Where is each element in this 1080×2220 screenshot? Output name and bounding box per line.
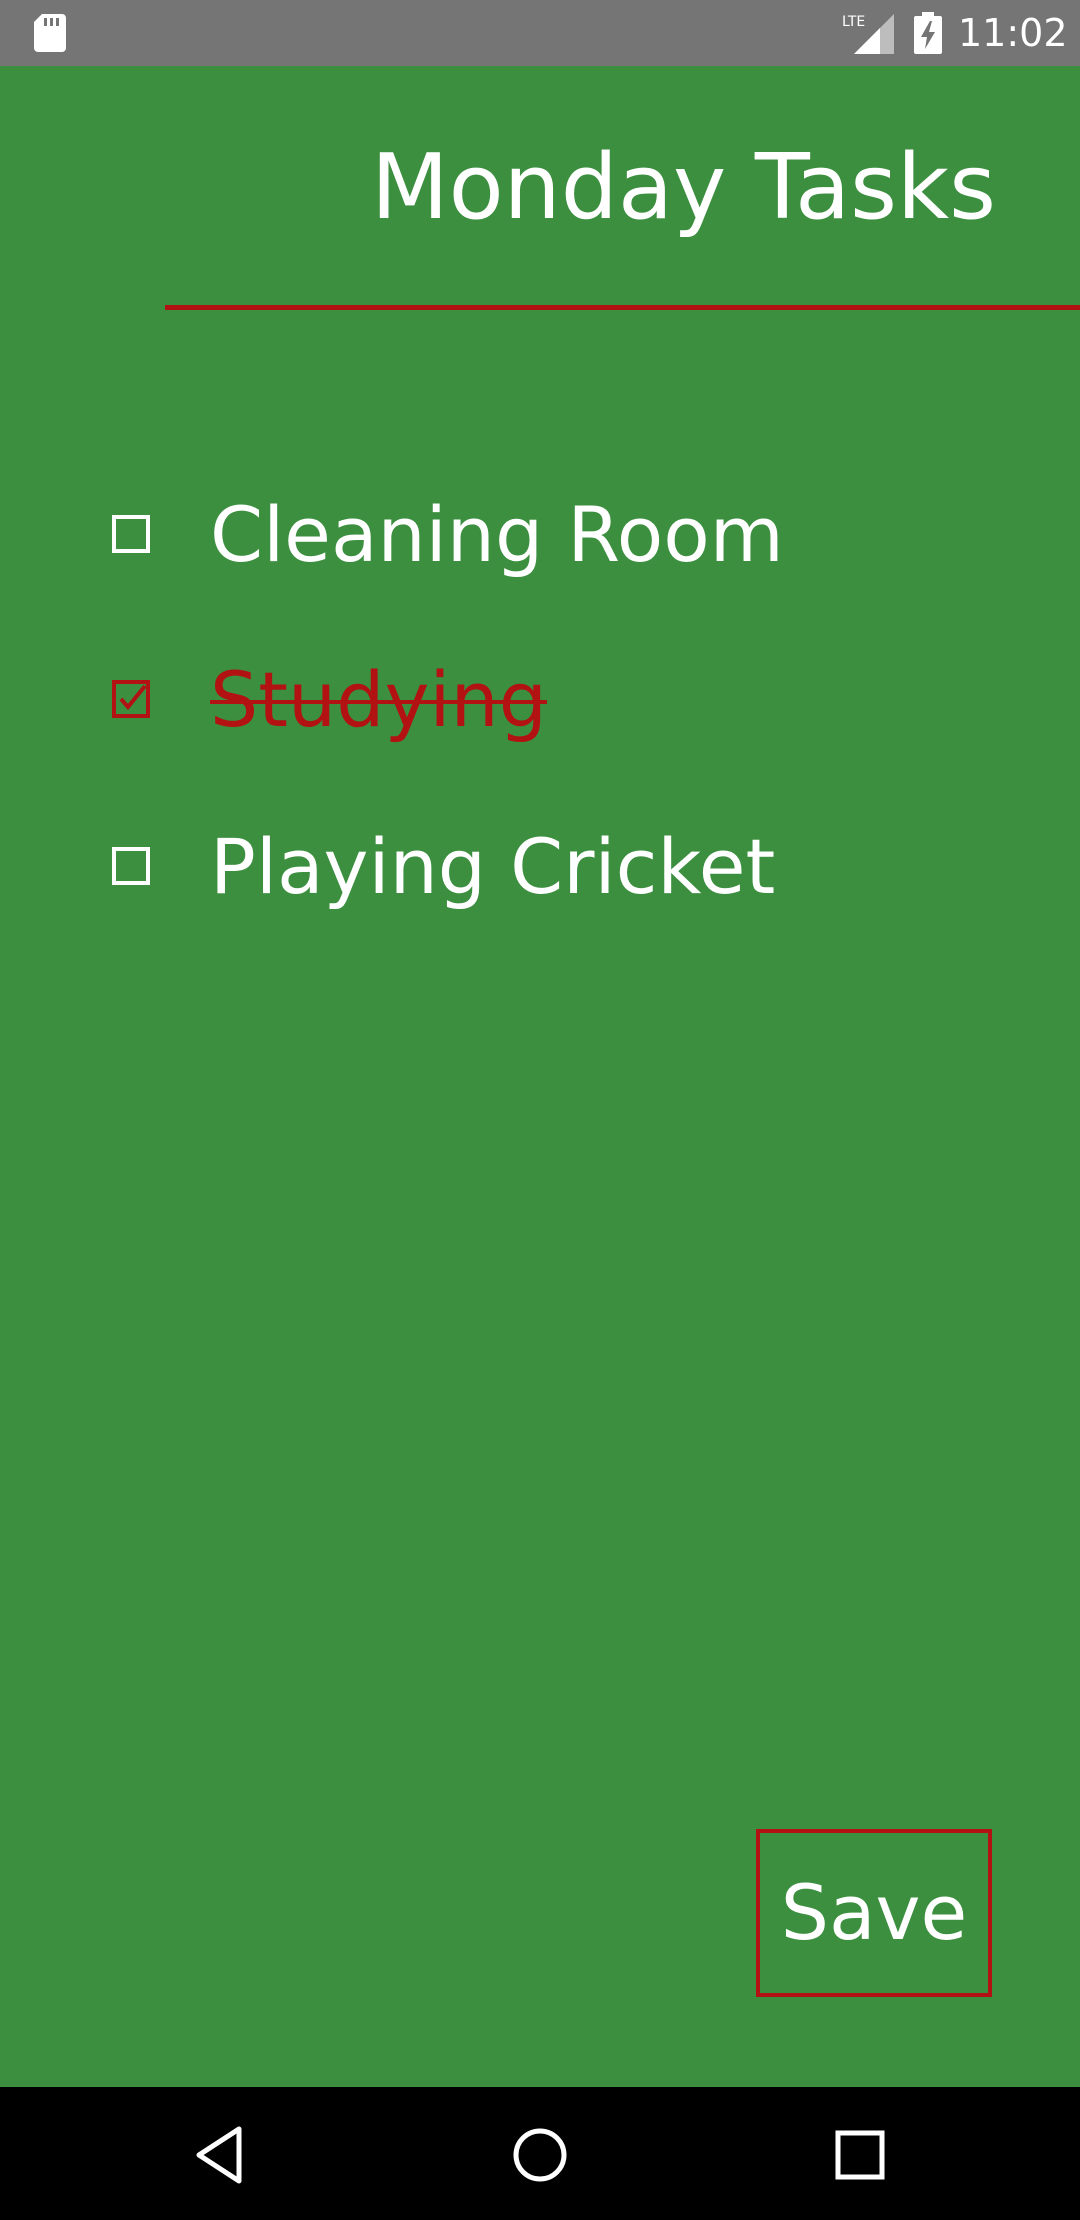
navigation-bar xyxy=(0,2087,1080,2220)
checkbox-unchecked-icon[interactable] xyxy=(112,847,150,885)
task-item-cleaning-room[interactable]: Cleaning Room xyxy=(108,485,1008,595)
task-item-playing-cricket[interactable]: Playing Cricket xyxy=(108,817,1008,927)
task-label: Studying xyxy=(210,655,547,744)
lte-signal-icon: LTE xyxy=(842,14,894,54)
sd-card-icon xyxy=(34,14,66,52)
checkbox-unchecked-icon[interactable] xyxy=(112,515,150,553)
task-item-studying[interactable]: Studying xyxy=(108,650,1008,760)
status-time: 11:02 xyxy=(958,11,1068,55)
task-label: Cleaning Room xyxy=(210,490,784,579)
recents-icon[interactable] xyxy=(828,2123,892,2187)
back-icon[interactable] xyxy=(189,2123,253,2187)
battery-charging-icon xyxy=(914,12,942,54)
checkbox-checked-icon[interactable] xyxy=(112,680,150,718)
save-button[interactable]: Save xyxy=(756,1829,992,1997)
task-label: Playing Cricket xyxy=(210,822,776,911)
page-title: Monday Tasks xyxy=(370,135,996,240)
title-divider xyxy=(165,305,1080,310)
home-icon[interactable] xyxy=(508,2123,572,2187)
status-bar: LTE 11:02 xyxy=(0,0,1080,66)
network-label: LTE xyxy=(842,14,865,30)
